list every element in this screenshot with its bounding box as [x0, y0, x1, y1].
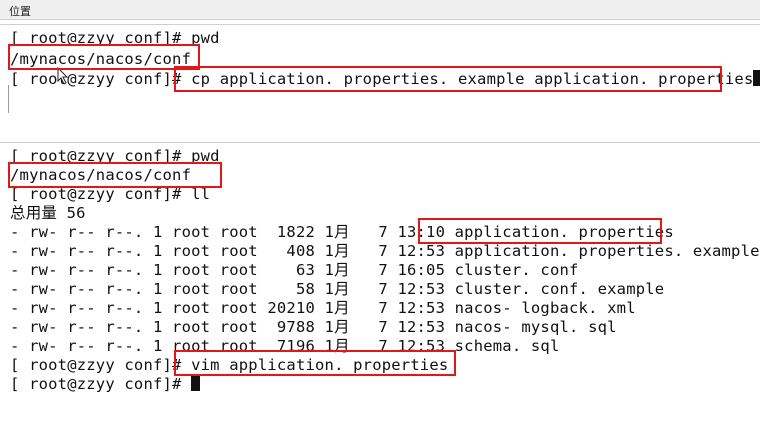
- file-row: - rw- r-- r--. 1 root root 63 1月 7 16:05…: [10, 261, 579, 279]
- file-row: - rw- r-- r--. 1 root root 1822 1月 7 13:…: [10, 223, 674, 241]
- terminal-window-2[interactable]: [ root@zzyy conf]# pwd /mynacos/nacos/co…: [0, 142, 760, 435]
- terminal-line: [ root@zzyy conf]# pwd: [10, 29, 220, 47]
- terminal-line-text: [ root@zzyy conf]# cp application. prope…: [10, 70, 754, 88]
- terminal-line: [ root@zzyy conf]# cp application. prope…: [10, 70, 760, 89]
- divider: [8, 85, 9, 113]
- terminal-line: [ root@zzyy conf]#: [10, 375, 201, 394]
- terminal-line: /mynacos/nacos/conf: [10, 166, 192, 184]
- terminal-line: [ root@zzyy conf]# pwd: [10, 147, 220, 165]
- file-row: - rw- r-- r--. 1 root root 58 1月 7 12:53…: [10, 280, 665, 298]
- terminal-line: 总用量 56: [10, 204, 86, 222]
- tab-strip: 位置: [0, 0, 760, 20]
- text-cursor: [753, 70, 760, 86]
- terminal-window-1[interactable]: [ root@zzyy conf]# pwd /mynacos/nacos/co…: [0, 24, 760, 113]
- terminal-line: /mynacos/nacos/conf: [10, 50, 192, 68]
- file-row: - rw- r-- r--. 1 root root 7196 1月 7 12:…: [10, 337, 560, 355]
- terminal-line: [ root@zzyy conf]# vim application. prop…: [10, 356, 449, 374]
- text-cursor: [191, 375, 201, 391]
- mouse-pointer-icon: [57, 67, 69, 85]
- file-row: - rw- r-- r--. 1 root root 408 1月 7 12:5…: [10, 242, 760, 260]
- tab-label: 位置: [9, 5, 31, 18]
- file-row: - rw- r-- r--. 1 root root 20210 1月 7 12…: [10, 299, 636, 317]
- file-row: - rw- r-- r--. 1 root root 9788 1月 7 12:…: [10, 318, 617, 336]
- terminal-prompt: [ root@zzyy conf]#: [10, 375, 192, 393]
- terminal-line: [ root@zzyy conf]# ll: [10, 185, 211, 203]
